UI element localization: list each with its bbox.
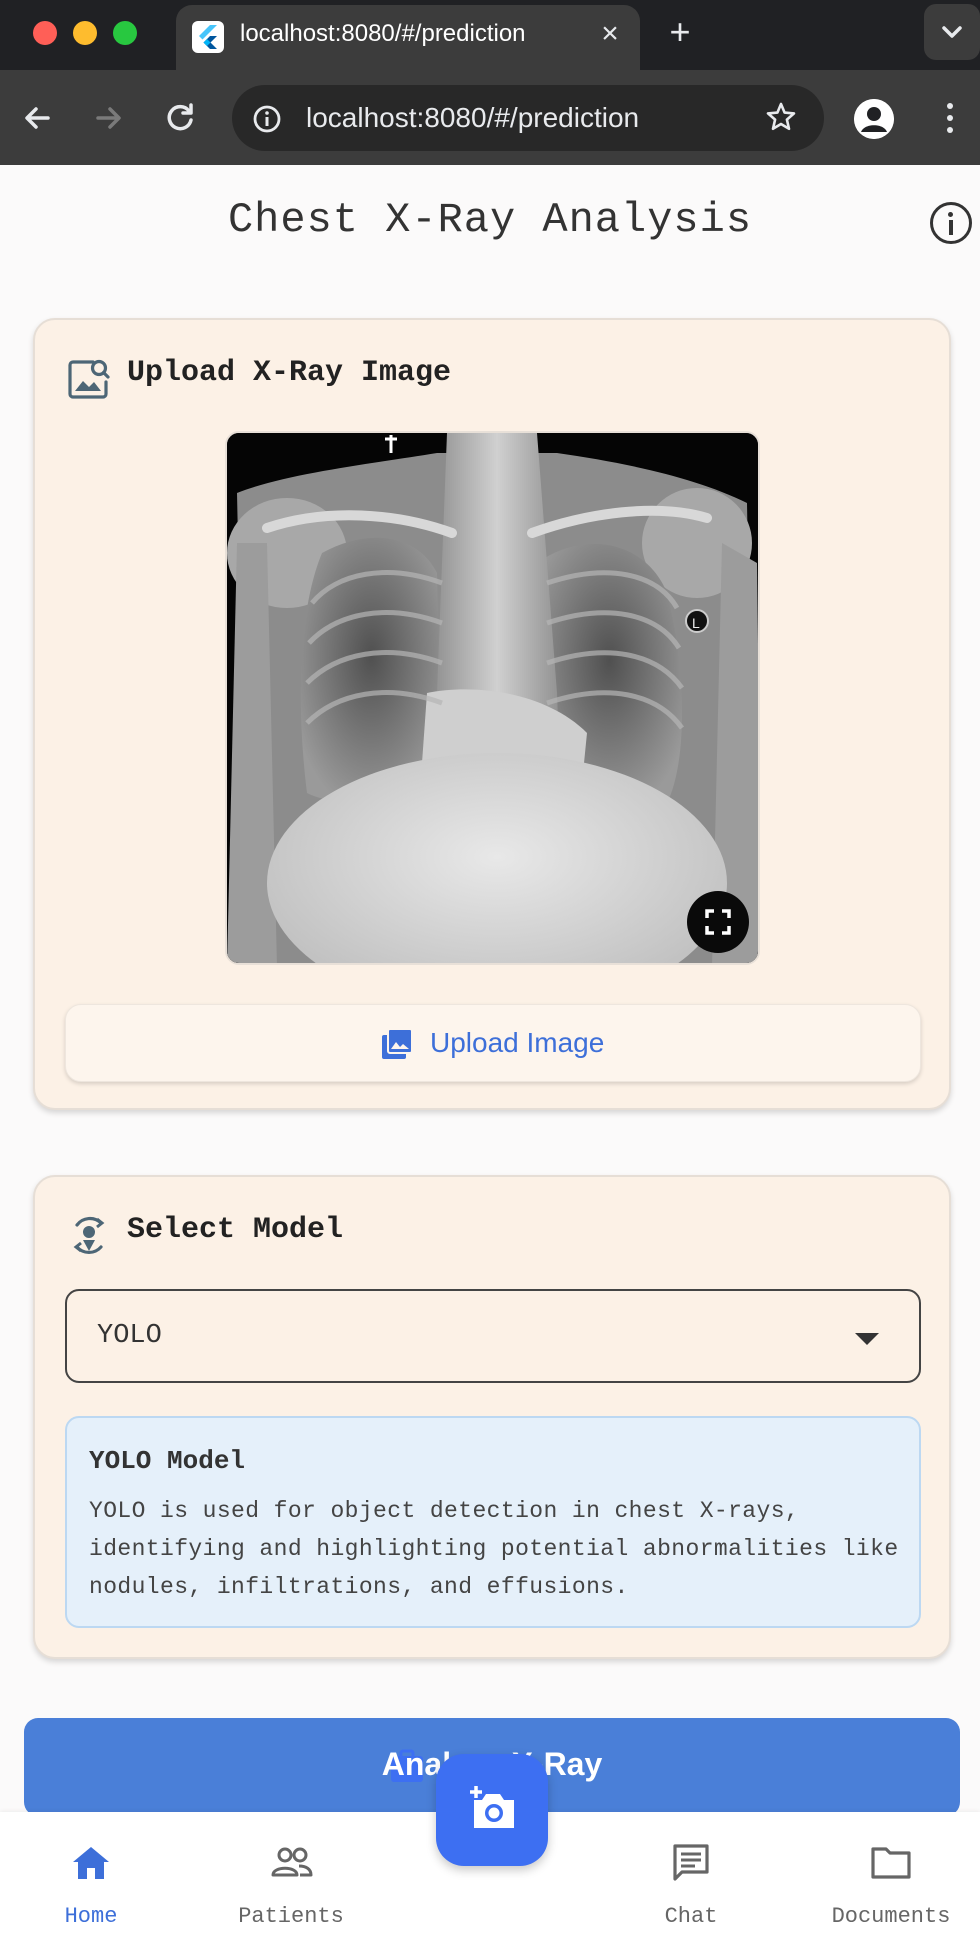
upload-image-label: Upload Image <box>430 1027 605 1058</box>
browser-menu-icon[interactable] <box>940 100 960 141</box>
folder-icon <box>871 1847 911 1879</box>
browser-tab[interactable]: localhost:8080/#/prediction × <box>176 5 640 70</box>
model-select-dropdown[interactable]: YOLO <box>65 1289 921 1383</box>
nav-item-documents[interactable]: Documents <box>801 1812 980 1944</box>
reload-icon <box>167 103 193 131</box>
page-title: Chest X-Ray Analysis <box>227 196 753 244</box>
model-info-title: YOLO Model <box>89 1446 246 1476</box>
close-window-button[interactable] <box>33 21 57 45</box>
back-button[interactable] <box>14 94 62 142</box>
model-info-box: YOLO Model YOLO is used for object detec… <box>65 1416 921 1628</box>
tab-close-icon[interactable]: × <box>594 19 626 51</box>
selected-model-value: YOLO <box>97 1321 162 1351</box>
nav-label-patients: Patients <box>238 1904 344 1929</box>
bookmark-star-icon[interactable] <box>764 100 798 139</box>
fullscreen-icon <box>705 909 731 935</box>
new-tab-icon[interactable]: + <box>662 14 698 50</box>
reload-button[interactable] <box>156 94 204 142</box>
minimize-window-button[interactable] <box>73 21 97 45</box>
home-icon <box>73 1847 109 1879</box>
add-photo-fab[interactable] <box>436 1754 548 1866</box>
chest-xray-image: L <box>227 433 758 963</box>
add-camera-icon <box>470 1786 514 1828</box>
nav-item-chat[interactable]: Chat <box>601 1812 781 1944</box>
profile-avatar-icon[interactable] <box>854 99 894 139</box>
image-search-icon <box>67 356 111 405</box>
upload-image-button[interactable]: Upload Image <box>65 1004 921 1082</box>
model-card-title: Select Model <box>127 1213 344 1247</box>
chat-icon <box>673 1844 709 1881</box>
chevron-down-icon <box>942 26 962 38</box>
nav-label-documents: Documents <box>831 1904 951 1929</box>
model-select-icon <box>67 1213 111 1262</box>
arrow-left-icon <box>25 107 50 129</box>
model-info-text: YOLO is used for object detection in che… <box>89 1498 899 1600</box>
xray-image-preview[interactable]: L <box>225 431 760 965</box>
photo-library-icon <box>380 1027 414 1066</box>
site-info-icon[interactable] <box>252 104 282 139</box>
address-bar[interactable]: localhost:8080/#/prediction <box>232 85 824 151</box>
dropdown-arrow-icon <box>855 1333 879 1345</box>
tab-title: localhost:8080/#/prediction <box>240 20 526 47</box>
upload-card-title: Upload X-Ray Image <box>127 356 452 390</box>
nav-label-chat: Chat <box>664 1904 718 1929</box>
svg-text:L: L <box>692 615 700 631</box>
tab-search-button[interactable] <box>924 4 980 60</box>
address-url: localhost:8080/#/prediction <box>306 102 640 133</box>
browser-tab-bar: localhost:8080/#/prediction × + <box>0 0 980 70</box>
nav-item-home[interactable]: Home <box>1 1812 181 1944</box>
arrow-right-icon <box>96 107 121 129</box>
people-icon <box>271 1847 313 1877</box>
upload-card: Upload X-Ray Image L Upload Image <box>33 318 951 1110</box>
flutter-favicon-icon <box>192 21 224 53</box>
nav-item-patients[interactable]: Patients <box>201 1812 381 1944</box>
fullscreen-button[interactable] <box>687 891 749 953</box>
model-card: Select Model YOLO YOLO Model YOLO is use… <box>33 1175 951 1659</box>
browser-toolbar: localhost:8080/#/prediction <box>0 70 980 165</box>
maximize-window-button[interactable] <box>113 21 137 45</box>
forward-button[interactable] <box>84 94 132 142</box>
info-icon[interactable] <box>930 202 972 244</box>
nav-label-home: Home <box>64 1904 118 1929</box>
